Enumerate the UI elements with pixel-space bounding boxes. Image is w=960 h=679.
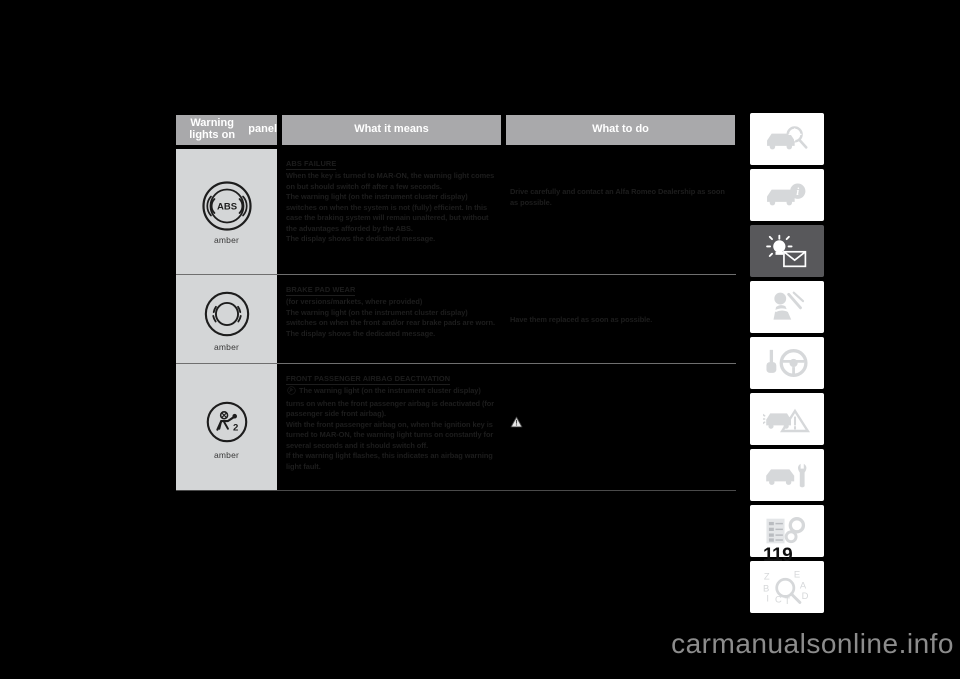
row-paragraph: The warning light (on the instrument clu…	[286, 307, 495, 328]
steering-wheel-key-icon	[766, 349, 808, 377]
what-to-do-cell	[506, 364, 735, 490]
row-paragraph: When the key is turned to MAR-ON, the wa…	[286, 171, 495, 191]
lamp-cell: 2 amber	[176, 364, 277, 490]
lamp-envelope-icon	[766, 234, 807, 268]
table-header-what-to-do: What to do	[506, 115, 735, 145]
passenger-airbag-deactivation-icon: 2	[206, 401, 247, 442]
svg-text:B: B	[763, 582, 769, 593]
list-gears-icon	[766, 517, 806, 544]
table-row: amber BRAKE PAD WEAR (for versions/marke…	[176, 275, 736, 364]
what-it-means-cell: ABS FAILURE When the key is turned to MA…	[282, 149, 501, 274]
table-header-what-it-means: What it means	[282, 115, 501, 145]
row-paragraph: If the warning light flashes, this indic…	[286, 451, 493, 471]
row-paragraph-text: With the front passenger airbag on, when…	[286, 419, 494, 450]
row-action-text: Have them replaced as soon as possible.	[510, 315, 653, 324]
table-header-row: Warning lights on panel What it means Wh…	[176, 115, 736, 145]
brake-pad-wear-icon	[204, 291, 249, 336]
svg-text:I: I	[766, 593, 769, 604]
sidebar-item-dashboard-overview[interactable]	[745, 113, 824, 165]
sidebar-item-starting-driving[interactable]	[745, 337, 824, 389]
warning-triangle-icon	[510, 416, 523, 432]
row-title: BRAKE PAD WEAR	[286, 285, 356, 296]
svg-text:2: 2	[232, 422, 237, 433]
what-it-means-cell: BRAKE PAD WEAR (for versions/markets, wh…	[282, 275, 501, 363]
lamp-cell: amber	[176, 275, 277, 363]
svg-text:D: D	[802, 590, 809, 601]
abs-warning-icon: ABS	[201, 181, 252, 231]
row-paragraph: With the front passenger airbag on, when…	[286, 420, 495, 452]
table-header-warning-lights-line2: panel	[248, 123, 277, 136]
svg-text:A: A	[800, 580, 807, 591]
row-paragraph: The display shows the dedicated message.	[286, 328, 436, 338]
sidebar-item-alphabetical-index[interactable]: ZBI CT EAD	[745, 561, 824, 613]
svg-text:Z: Z	[764, 570, 770, 581]
row-paragraph: (for versions/markets, where provided)	[286, 297, 423, 306]
row-title: ABS FAILURE	[286, 159, 337, 170]
seatbelt-occupant-icon	[773, 291, 805, 320]
passenger-airbag-inline-icon	[287, 386, 296, 399]
lamp-cell: ABS amber	[176, 149, 277, 274]
what-to-do-cell: Drive carefully and contact an Alfa Rome…	[506, 149, 735, 274]
car-wrench-icon	[766, 463, 807, 488]
svg-text:E: E	[794, 569, 800, 580]
sidebar-item-maintenance-care[interactable]	[745, 449, 824, 501]
table-header-warning-lights-line1: Warning lights on	[189, 117, 236, 141]
table-row: 2 amber FRONT PASSENGER AIRBAG DEACTIVAT…	[176, 364, 736, 490]
svg-text:ABS: ABS	[216, 202, 236, 213]
sidebar-item-warning-lights-messages[interactable]	[745, 225, 824, 277]
warning-lights-table: Warning lights on panel What it means Wh…	[176, 115, 736, 491]
page-number: 119	[763, 545, 793, 566]
table-row: ABS amber ABS FAILURE When the key is tu…	[176, 149, 736, 275]
what-to-do-cell: Have them replaced as soon as possible.	[506, 275, 735, 363]
chapter-sidebar: i Z B I C T E A D	[745, 113, 824, 617]
sidebar-item-vehicle-information[interactable]: i	[745, 169, 824, 221]
svg-text:i: i	[796, 186, 799, 198]
lamp-color-label: amber	[213, 449, 240, 460]
sidebar-item-emergency[interactable]	[745, 393, 824, 445]
manual-page: Warning lights on panel What it means Wh…	[0, 0, 960, 679]
lamp-color-label: amber	[213, 341, 240, 352]
row-action-text	[510, 416, 731, 432]
site-watermark: carmanualsonline.info	[671, 628, 954, 659]
row-paragraph: The warning light (on the instrument clu…	[286, 386, 495, 420]
what-it-means-cell: FRONT PASSENGER AIRBAG DEACTIVATION The …	[282, 364, 501, 490]
row-paragraph: The warning light (on the instrument clu…	[286, 192, 489, 233]
sidebar-item-safety[interactable]	[745, 281, 824, 333]
index-magnifier-icon: ZBI CT EAD	[763, 569, 809, 605]
car-hazard-triangle-icon	[763, 408, 810, 433]
table-header-warning-lights: Warning lights on panel	[176, 115, 277, 145]
row-paragraph: The display shows the dedicated message.	[286, 234, 436, 244]
table-body: ABS amber ABS FAILURE When the key is tu…	[176, 149, 736, 491]
row-action-text: Drive carefully and contact an Alfa Rome…	[510, 187, 725, 207]
row-paragraph-text: The warning light (on the instrument clu…	[286, 386, 495, 419]
car-info-icon: i	[767, 183, 806, 206]
car-magnifier-icon	[767, 126, 808, 150]
row-title: FRONT PASSENGER AIRBAG DEACTIVATION	[286, 374, 451, 385]
lamp-color-label: amber	[213, 235, 240, 245]
